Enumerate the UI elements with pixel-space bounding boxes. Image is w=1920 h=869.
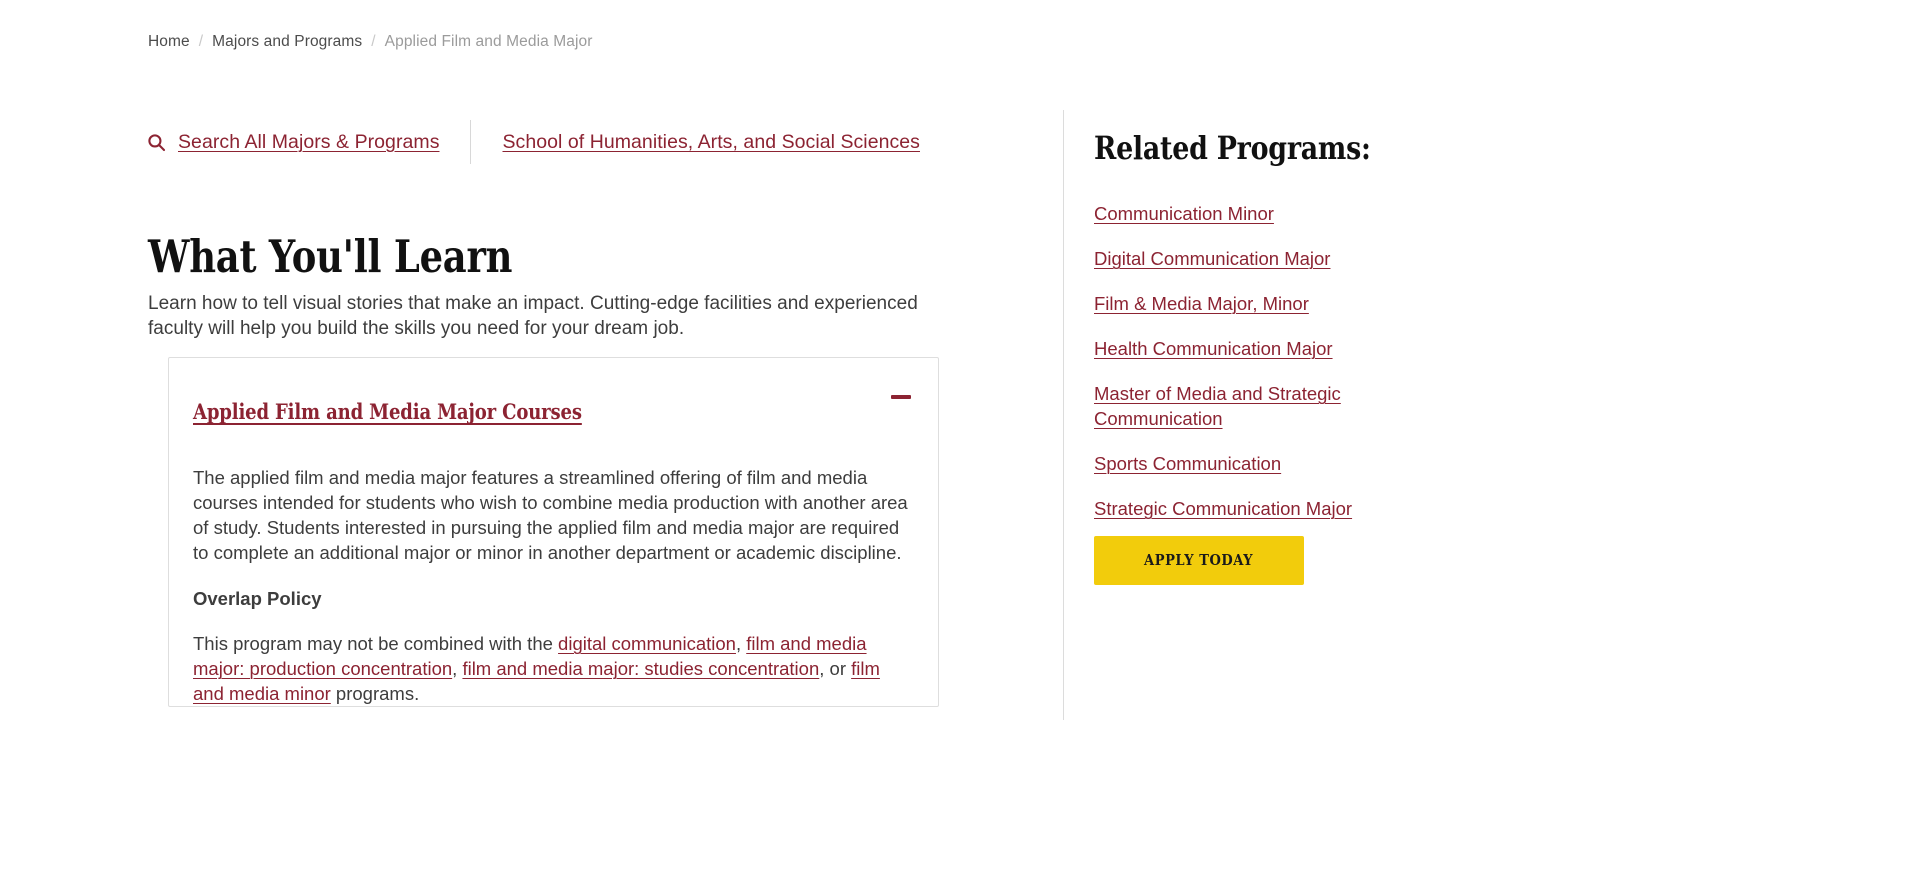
policy-sep-2: , or	[819, 658, 852, 680]
minus-icon-bar	[891, 395, 911, 399]
policy-sep-0: ,	[735, 632, 742, 654]
utility-divider	[469, 120, 471, 164]
overlap-policy-text: This program may not be combined with th…	[193, 631, 912, 707]
program-page: Home / Majors and Programs / Applied Fil…	[0, 0, 1920, 869]
policy-sep-1: ,	[452, 658, 458, 680]
overlap-policy-label: Overlap Policy	[193, 587, 322, 609]
school-link[interactable]: School of Humanities, Arts, and Social S…	[503, 131, 920, 154]
list-item: Master of Media and Strategic Communicat…	[1094, 381, 1424, 431]
sidebar-link-health-communication-major[interactable]: Health Communication Major	[1094, 338, 1333, 359]
related-programs-list: Communication Minor Digital Communicatio…	[1094, 201, 1424, 521]
utility-link-row: Search All Majors & Programs School of H…	[147, 120, 920, 164]
breadcrumb-item-home[interactable]: Home	[148, 33, 190, 51]
sidebar-heading: Related Programs:	[1094, 129, 1371, 167]
accordion-header[interactable]: Applied Film and Media Major Courses	[169, 358, 938, 443]
sidebar-link-sports-communication[interactable]: Sports Communication	[1094, 453, 1281, 474]
search-all-majors-link-group[interactable]: Search All Majors & Programs	[147, 127, 440, 157]
list-item: Digital Communication Major	[1094, 246, 1424, 271]
accordion-description: The applied film and media major feature…	[193, 466, 908, 564]
breadcrumb-separator: /	[198, 33, 204, 50]
apply-today-label: Apply Today	[1144, 552, 1254, 569]
sidebar-link-digital-communication-major[interactable]: Digital Communication Major	[1094, 248, 1330, 269]
breadcrumb-item-majors-and-programs[interactable]: Majors and Programs	[212, 33, 362, 51]
breadcrumb: Home / Majors and Programs / Applied Fil…	[148, 33, 593, 51]
policy-sep-3: programs.	[330, 683, 420, 705]
accordion-title[interactable]: Applied Film and Media Major Courses	[193, 399, 582, 425]
list-item: Communication Minor	[1094, 201, 1424, 226]
courses-accordion: Applied Film and Media Major Courses The…	[168, 357, 939, 708]
sidebar-divider	[1063, 110, 1064, 720]
list-item: Strategic Communication Major	[1094, 496, 1424, 521]
list-item: Film & Media Major, Minor	[1094, 291, 1424, 316]
accordion-body: The applied film and media major feature…	[169, 443, 938, 707]
policy-prefix: This program may not be combined with th…	[193, 632, 559, 654]
search-all-majors-link[interactable]: Search All Majors & Programs	[178, 131, 440, 154]
link-studies-concentration[interactable]: film and media major: studies concentrat…	[462, 658, 819, 679]
list-item: Health Communication Major	[1094, 336, 1424, 361]
minus-icon[interactable]	[890, 384, 912, 410]
apply-today-button[interactable]: Apply Today	[1094, 536, 1304, 585]
intro-paragraph: Learn how to tell visual stories that ma…	[148, 293, 918, 339]
sidebar-link-strategic-communication-major[interactable]: Strategic Communication Major	[1094, 498, 1352, 519]
sidebar-link-film-media-major-minor[interactable]: Film & Media Major, Minor	[1094, 293, 1309, 314]
sidebar-link-master-media-strategic-communication[interactable]: Master of Media and Strategic Communicat…	[1094, 383, 1341, 429]
link-digital-communication[interactable]: digital communication	[558, 633, 736, 654]
page-title: What You'll Learn	[148, 230, 513, 284]
search-icon	[148, 133, 166, 151]
related-programs-sidebar: Related Programs: Communication Minor Di…	[1094, 129, 1424, 541]
sidebar-link-communication-minor[interactable]: Communication Minor	[1094, 203, 1274, 224]
list-item: Sports Communication	[1094, 451, 1424, 476]
breadcrumb-separator: /	[371, 33, 376, 50]
breadcrumb-item-current: Applied Film and Media Major	[384, 33, 593, 50]
